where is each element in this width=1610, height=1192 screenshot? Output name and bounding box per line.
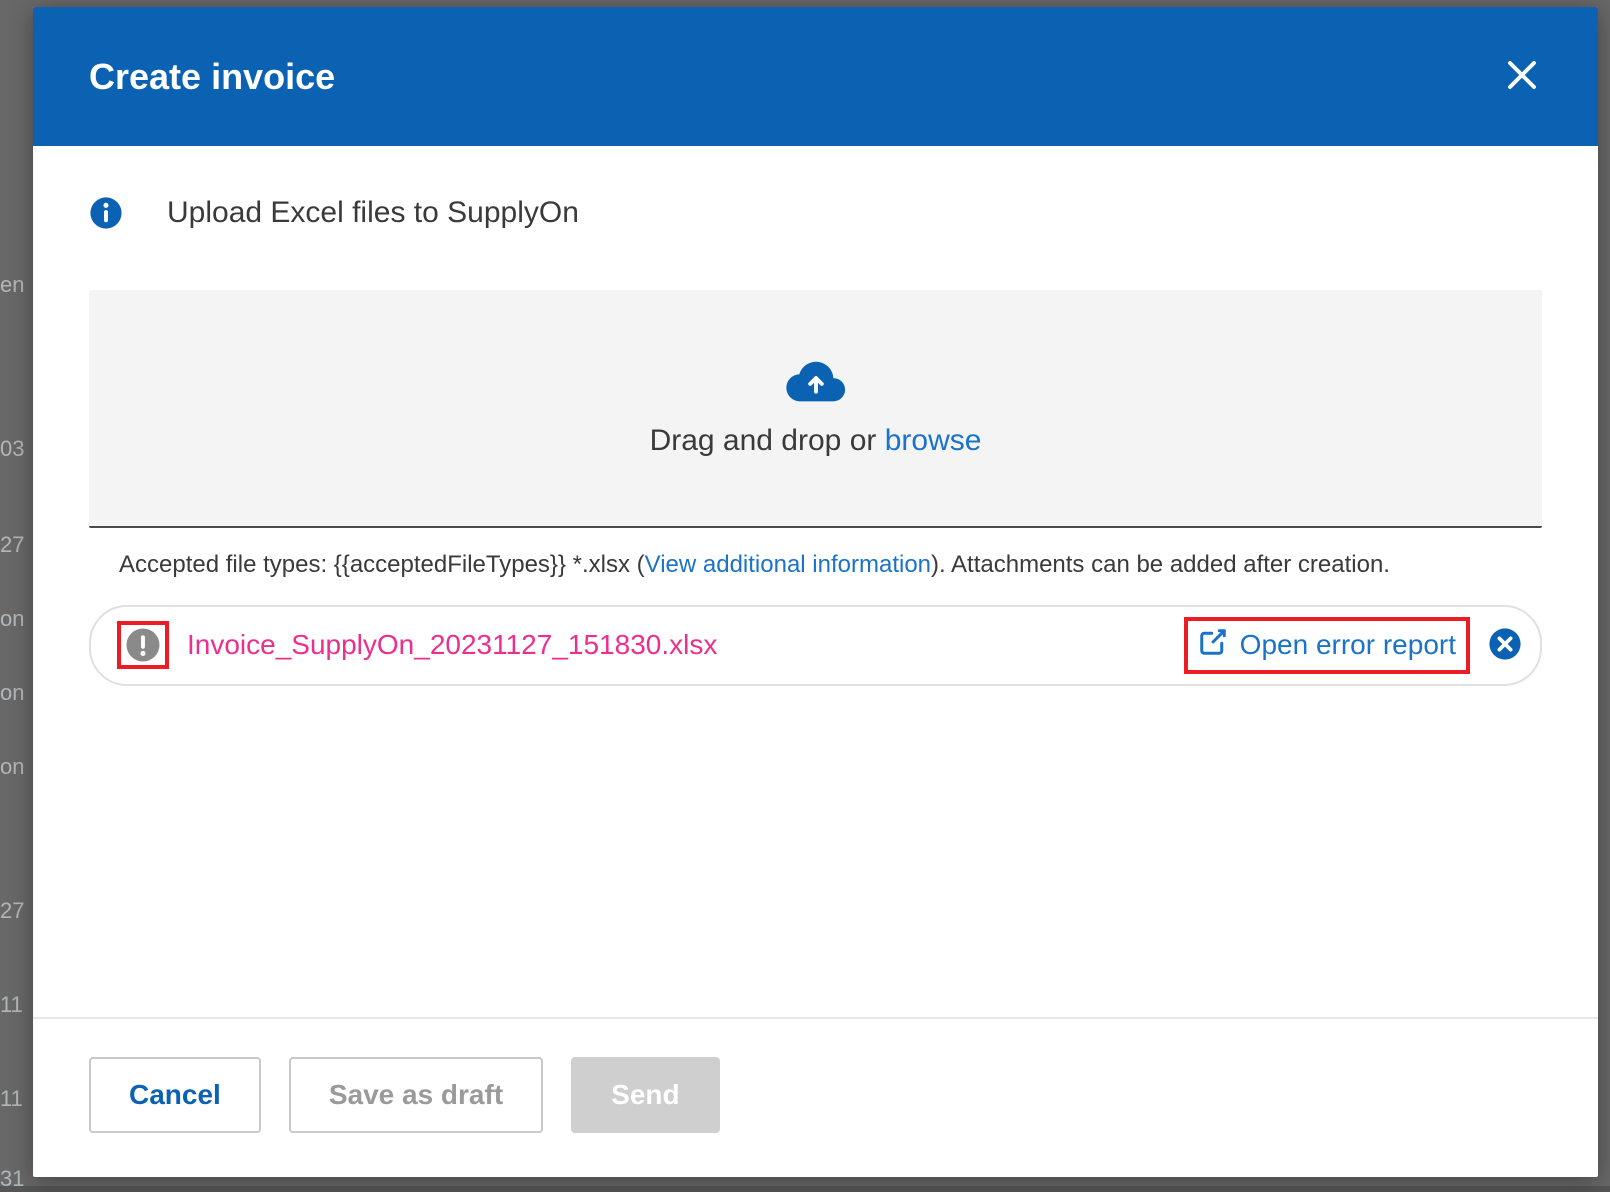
- dropzone-prefix: Drag and drop or: [650, 424, 885, 457]
- bg-fragment: 27: [0, 898, 34, 924]
- create-invoice-modal: Create invoice Upload Excel files to Sup…: [33, 7, 1598, 1177]
- cancel-button[interactable]: Cancel: [89, 1057, 261, 1133]
- accepted-suffix: ). Attachments can be added after creati…: [931, 551, 1390, 578]
- close-button[interactable]: [1498, 51, 1546, 102]
- modal-body: Upload Excel files to SupplyOn Drag and …: [33, 146, 1598, 1017]
- bg-fragment: 03: [0, 436, 34, 462]
- open-error-report-link[interactable]: Open error report: [1192, 623, 1462, 668]
- highlight-error-icon: [117, 621, 169, 669]
- modal-title: Create invoice: [89, 56, 335, 98]
- accepted-types-text: Accepted file types: {{acceptedFileTypes…: [89, 528, 1542, 605]
- info-icon: [89, 196, 123, 230]
- view-additional-info-link[interactable]: View additional information: [645, 551, 931, 578]
- remove-file-button[interactable]: [1488, 627, 1522, 664]
- info-row: Upload Excel files to SupplyOn: [89, 196, 1542, 230]
- bg-fragment: en: [0, 272, 34, 298]
- uploaded-file-name: Invoice_SupplyOn_20231127_151830.xlsx: [187, 629, 1166, 661]
- error-status-icon: [125, 627, 161, 663]
- accepted-prefix: Accepted file types: {{acceptedFileTypes…: [119, 551, 645, 578]
- modal-footer: Cancel Save as draft Send: [33, 1017, 1598, 1177]
- bg-fragment: on: [0, 680, 34, 706]
- bg-fragment: 27: [0, 532, 34, 558]
- file-row-actions: Open error report: [1184, 617, 1522, 674]
- remove-icon: [1488, 627, 1522, 664]
- upload-cloud-icon: [785, 358, 847, 402]
- external-link-icon: [1198, 627, 1228, 664]
- bg-fragment: 31: [0, 1166, 34, 1192]
- browse-link[interactable]: browse: [885, 424, 982, 457]
- modal-header: Create invoice: [33, 7, 1598, 146]
- bg-fragment: 11: [0, 1086, 34, 1112]
- open-error-report-label: Open error report: [1240, 629, 1456, 661]
- highlight-error-report: Open error report: [1184, 617, 1470, 674]
- bg-fragment: 11: [0, 992, 34, 1018]
- uploaded-file-row: Invoice_SupplyOn_20231127_151830.xlsx Op…: [89, 605, 1542, 686]
- save-as-draft-button[interactable]: Save as draft: [289, 1057, 543, 1133]
- close-icon: [1504, 57, 1540, 96]
- dropzone-text: Drag and drop or browse: [109, 424, 1522, 458]
- bg-fragment: on: [0, 754, 34, 780]
- file-dropzone[interactable]: Drag and drop or browse: [89, 290, 1542, 528]
- send-button[interactable]: Send: [571, 1057, 719, 1133]
- bg-fragment: on: [0, 606, 34, 632]
- info-text: Upload Excel files to SupplyOn: [167, 196, 579, 230]
